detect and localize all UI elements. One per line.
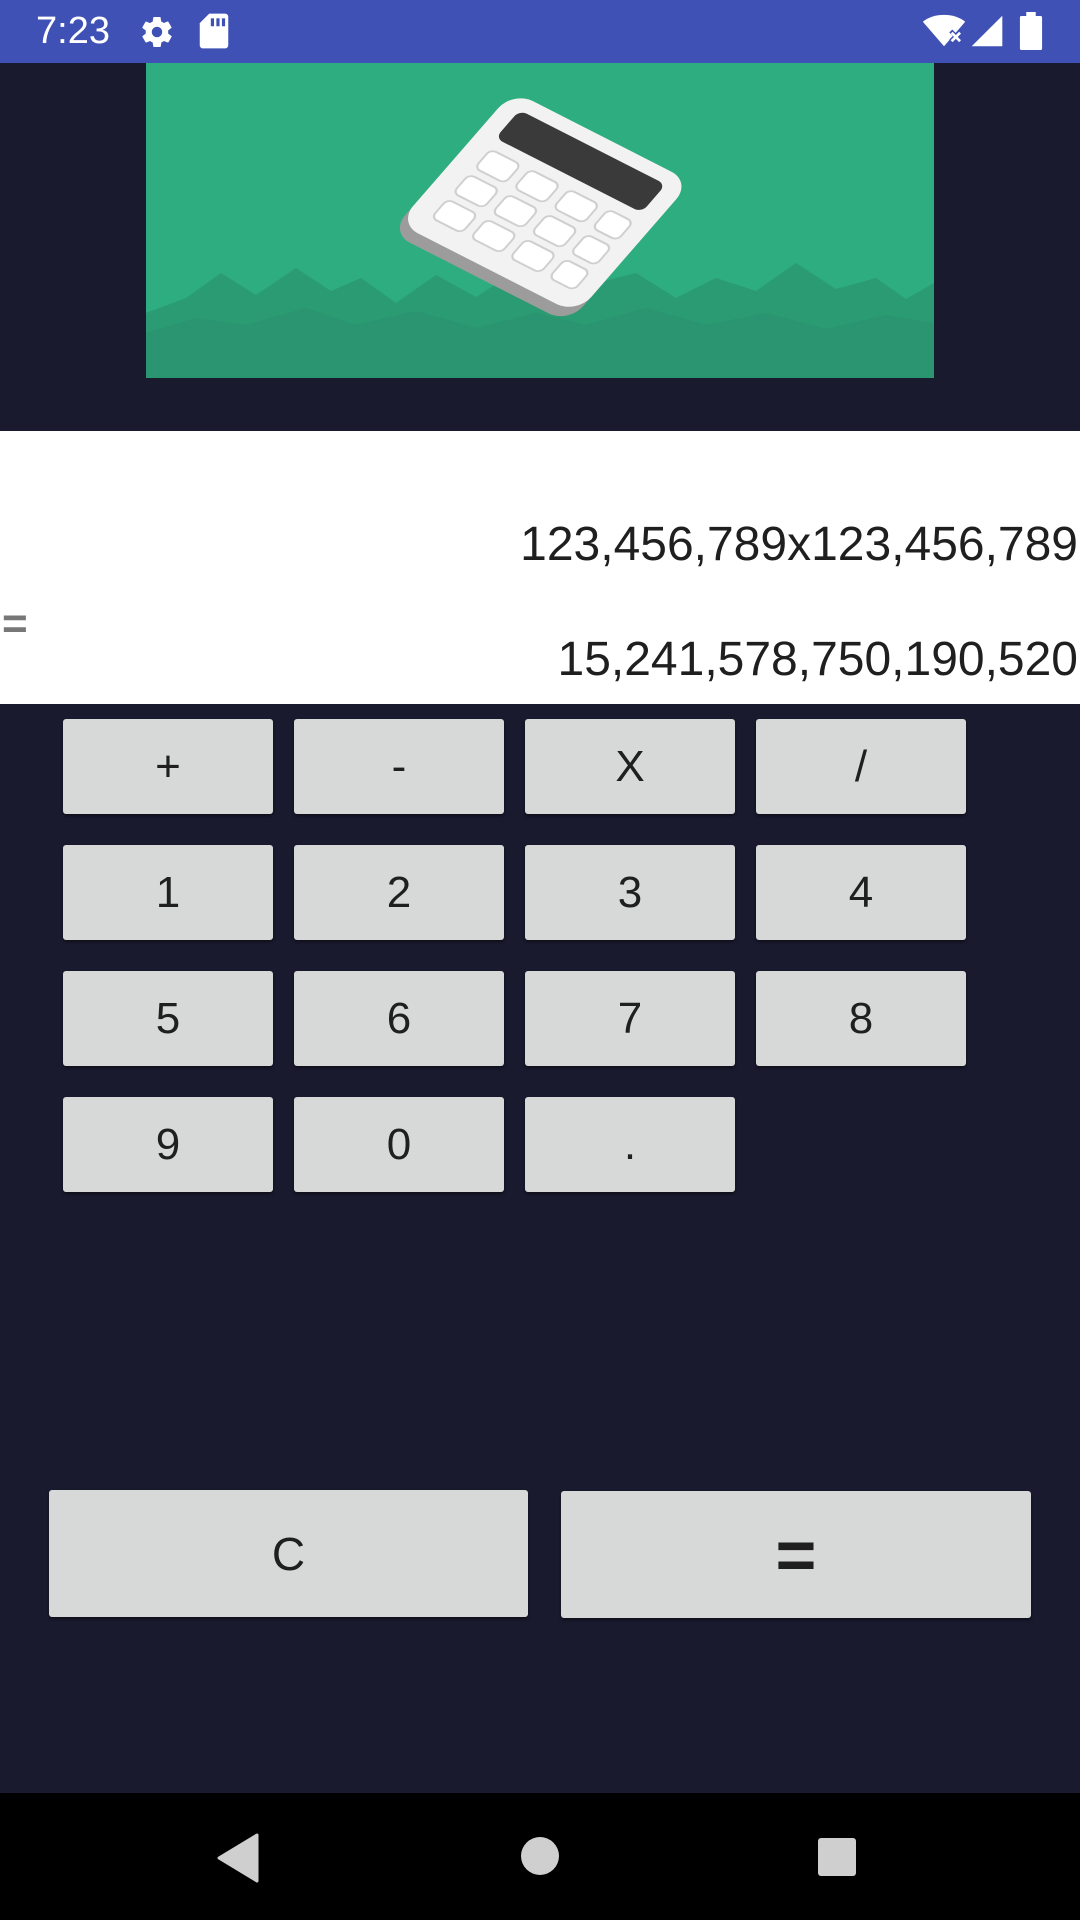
expression-text: 123,456,789x123,456,789 — [520, 518, 1078, 571]
banner-image — [146, 63, 934, 378]
sd-card-icon — [199, 13, 229, 49]
divide-button[interactable]: / — [756, 719, 966, 814]
status-bar: 7:23 — [0, 0, 1080, 63]
navigation-bar — [0, 1793, 1080, 1920]
minus-button[interactable]: - — [294, 719, 504, 814]
equals-button[interactable]: = — [561, 1491, 1031, 1618]
calculator-illustration-icon — [146, 63, 934, 378]
decimal-point-button[interactable]: . — [525, 1097, 735, 1192]
back-icon[interactable] — [215, 1833, 259, 1883]
digit-5-button[interactable]: 5 — [63, 971, 273, 1066]
calculator-display: 123,456,789x123,456,789 = 15,241,578,750… — [0, 431, 1080, 704]
plus-button[interactable]: + — [63, 719, 273, 814]
digit-4-button[interactable]: 4 — [756, 845, 966, 940]
battery-icon — [1019, 12, 1043, 50]
status-time: 7:23 — [36, 10, 110, 52]
result-text: 15,241,578,750,190,520 — [557, 633, 1079, 686]
digit-8-button[interactable]: 8 — [756, 971, 966, 1066]
home-icon[interactable] — [520, 1836, 560, 1876]
digit-1-button[interactable]: 1 — [63, 845, 273, 940]
settings-icon — [142, 16, 172, 48]
digit-0-button[interactable]: 0 — [294, 1097, 504, 1192]
digit-3-button[interactable]: 3 — [525, 845, 735, 940]
signal-icon — [971, 15, 1003, 47]
clear-button[interactable]: C — [49, 1490, 528, 1617]
multiply-button[interactable]: X — [525, 719, 735, 814]
recents-icon[interactable] — [817, 1837, 857, 1877]
digit-2-button[interactable]: 2 — [294, 845, 504, 940]
digit-9-button[interactable]: 9 — [63, 1097, 273, 1192]
equals-indicator: = — [2, 599, 28, 648]
wifi-icon — [922, 14, 966, 47]
digit-6-button[interactable]: 6 — [294, 971, 504, 1066]
digit-7-button[interactable]: 7 — [525, 971, 735, 1066]
